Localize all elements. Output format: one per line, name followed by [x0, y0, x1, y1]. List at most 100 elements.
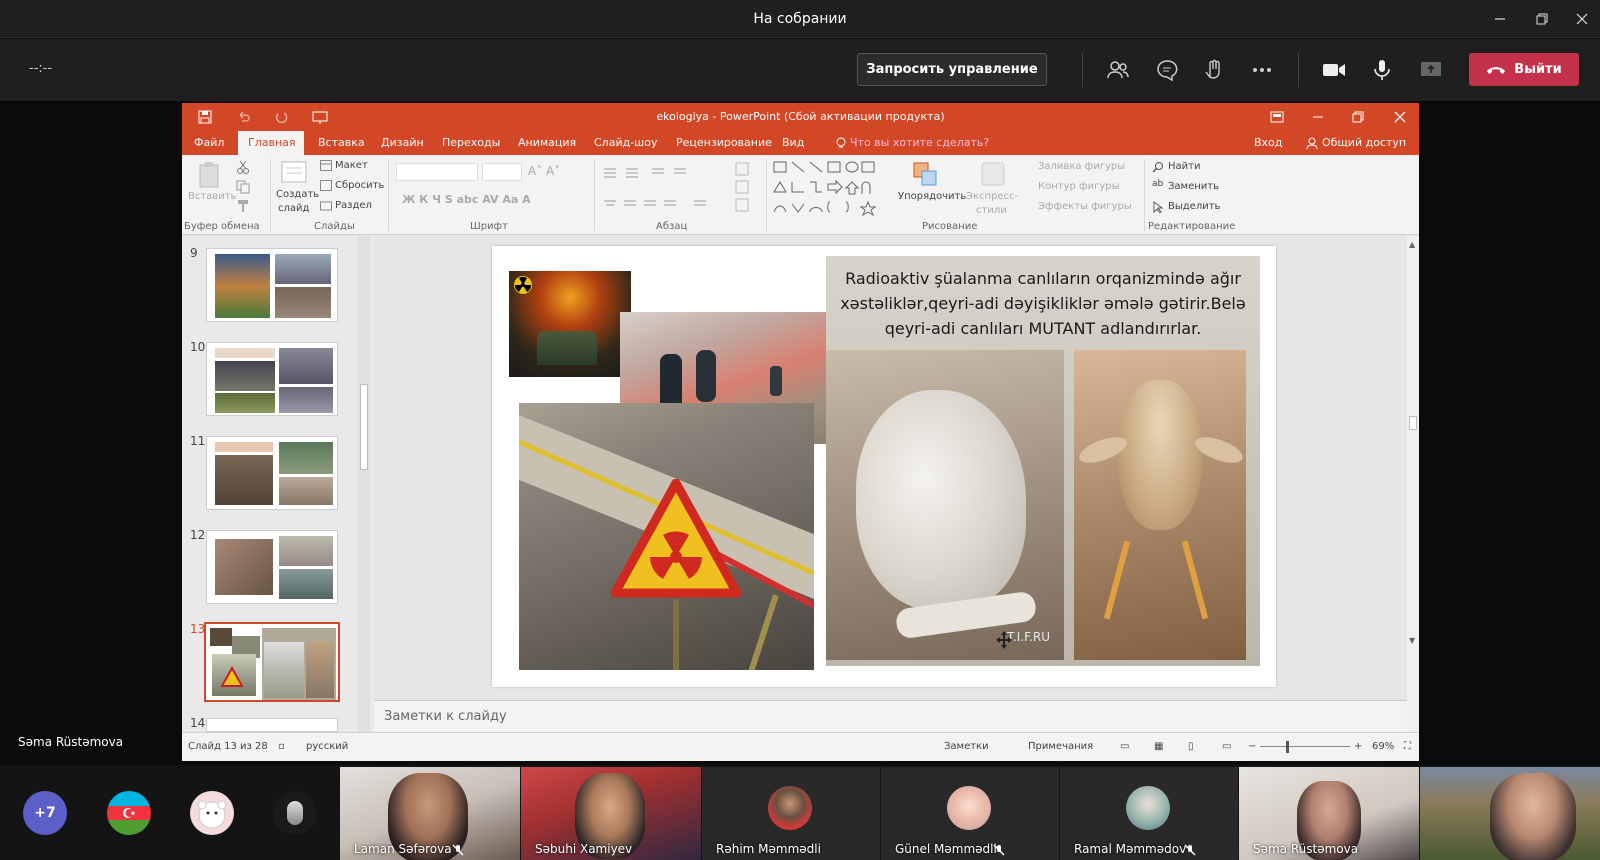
close-window-button[interactable] [1562, 0, 1600, 38]
slide-thumbnail[interactable] [206, 718, 338, 732]
participant-tile[interactable]: Rəhim Məmmədli [702, 767, 880, 860]
slide-thumbnail[interactable] [206, 530, 338, 604]
tab-view[interactable]: Вид [772, 131, 814, 155]
zoom-slider[interactable] [1260, 746, 1350, 747]
tell-me-search[interactable]: Что вы хотите сделать? [840, 131, 999, 155]
microphone-icon[interactable] [1368, 56, 1396, 84]
zoom-level[interactable]: 69% [1372, 741, 1394, 752]
avatar-flag-azerbaijan[interactable] [107, 791, 151, 835]
toolbar-divider [1298, 53, 1299, 87]
quick-styles-icon [981, 162, 1005, 186]
tab-file[interactable]: Файл [184, 131, 234, 155]
new-slide-label-2[interactable]: слайд [278, 203, 309, 214]
zoom-in-icon[interactable]: + [1354, 741, 1362, 752]
tab-home[interactable]: Главная [238, 131, 304, 155]
tab-review[interactable]: Рецензирование [666, 131, 782, 155]
shapes-gallery[interactable] [772, 160, 892, 216]
move-cursor-icon [996, 631, 1012, 649]
minimize-button[interactable] [1480, 0, 1520, 38]
arrange-button[interactable]: Упорядочить [898, 191, 966, 202]
ribbon-divider [1144, 159, 1145, 231]
slide-thumbnail[interactable] [206, 342, 338, 416]
section-button[interactable]: Раздел [335, 200, 372, 211]
quick-styles-label-1[interactable]: Экспресс- [966, 191, 1018, 202]
participant-tile[interactable]: Günel Məmmədli [881, 767, 1059, 860]
paste-button[interactable]: Вставить [188, 191, 236, 202]
share-screen-icon[interactable] [1417, 56, 1445, 84]
mic-muted-icon [452, 844, 464, 856]
shape-fill-button[interactable]: Заливка фигуры [1038, 161, 1125, 172]
participant-tile[interactable]: Ramal Məmmədov [1060, 767, 1238, 860]
restore-button[interactable] [1522, 0, 1562, 38]
current-slide[interactable]: Radioaktiv şüalanma canlıların orqanizmi… [492, 246, 1276, 687]
ribbon-divider [766, 159, 767, 231]
layout-button[interactable]: Макет [335, 160, 368, 171]
tab-slideshow[interactable]: Слайд-шоу [584, 131, 667, 155]
slide-thumbnail[interactable] [206, 248, 338, 322]
signin-link[interactable]: Вход [1244, 131, 1292, 155]
avatar [768, 786, 812, 830]
tab-transitions[interactable]: Переходы [432, 131, 510, 155]
request-control-button[interactable]: Запросить управление [857, 53, 1047, 86]
camera-icon[interactable] [1320, 56, 1348, 84]
ribbon-divider [594, 159, 595, 231]
slide-caption: Radioaktiv şüalanma canlıların orqanizmi… [840, 269, 1246, 338]
tab-animation[interactable]: Анимация [508, 131, 586, 155]
raise-hand-icon[interactable] [1200, 56, 1228, 84]
slide-mutant-panel: Radioaktiv şüalanma canlıların orqanizmi… [826, 256, 1260, 666]
language-indicator[interactable]: русский [306, 741, 348, 752]
chat-icon[interactable] [1153, 56, 1181, 84]
reading-view-icon[interactable]: ▯ [1188, 741, 1194, 752]
font-format-icons[interactable]: Ж К Ч S abc AV Aa A [402, 193, 531, 206]
shape-outline-button[interactable]: Контур фигуры [1038, 181, 1120, 192]
select-cursor-icon [1153, 201, 1164, 213]
font-name-box[interactable] [396, 163, 478, 181]
thumb-number: 14 [190, 716, 206, 730]
new-slide-label-1[interactable]: Создать [276, 189, 319, 200]
zoom-slider-thumb[interactable] [1286, 741, 1289, 753]
slide-thumbnail[interactable] [206, 436, 338, 510]
find-button[interactable]: Найти [1168, 161, 1200, 172]
participant-tile[interactable]: Səbuhi Xamiyev [521, 767, 701, 860]
slide-thumbnail-current[interactable] [204, 622, 340, 702]
normal-view-icon[interactable]: ▭ [1120, 741, 1129, 752]
participants-icon[interactable] [1104, 56, 1132, 84]
avatar-bear[interactable] [190, 791, 234, 835]
notes-input[interactable]: Заметки к слайду [374, 700, 1407, 732]
participants-overflow[interactable]: +7 [23, 791, 67, 835]
thumbnails-scrollbar[interactable] [358, 236, 370, 732]
ribbon-display-icon [1270, 111, 1284, 123]
tab-insert[interactable]: Вставка [308, 131, 375, 155]
thumb-number: 10 [190, 340, 206, 354]
notes-button[interactable]: Заметки [944, 741, 989, 752]
participant-tile-self-video[interactable] [1420, 767, 1600, 860]
mic-muted-icon [1184, 844, 1196, 856]
new-slide-icon [281, 161, 307, 183]
powerpoint-window: ekologiya - PowerPoint (Сбой активации п… [182, 103, 1419, 761]
leave-button[interactable]: Выйти [1469, 53, 1579, 86]
fit-slide-icon[interactable]: ⛶ [1404, 741, 1411, 752]
toolbar-divider [1082, 53, 1083, 87]
comments-button[interactable]: Примечания [1028, 741, 1093, 752]
share-link[interactable]: Общий доступ [1312, 131, 1416, 155]
spellcheck-icon[interactable]: ▫ [278, 741, 285, 752]
avatar [947, 786, 991, 830]
zoom-out-icon[interactable]: − [1248, 741, 1256, 752]
more-options-icon[interactable] [1248, 56, 1276, 84]
font-size-box[interactable] [482, 163, 522, 181]
participant-tile[interactable]: Laman Səfərova [340, 767, 520, 860]
font-grow-icon[interactable]: A˄ A˅ [528, 164, 560, 178]
layout-icon [320, 160, 332, 171]
replace-button[interactable]: Заменить [1168, 181, 1219, 192]
slide-scrollbar[interactable]: ▲ ▼ [1407, 236, 1419, 732]
avatar-photo[interactable] [273, 791, 317, 835]
slideshow-view-icon[interactable]: ▭ [1222, 741, 1231, 752]
shape-effects-button[interactable]: Эффекты фигуры [1038, 201, 1132, 212]
quick-styles-label-2[interactable]: стили [976, 205, 1007, 216]
select-button[interactable]: Выделить [1168, 201, 1220, 212]
format-painter-icon [238, 200, 248, 212]
slide-sorter-icon[interactable]: ▦ [1154, 741, 1163, 752]
reset-button[interactable]: Сбросить [335, 180, 384, 191]
tab-design[interactable]: Дизайн [371, 131, 434, 155]
participant-tile[interactable]: Səma Rüstəmova [1239, 767, 1419, 860]
